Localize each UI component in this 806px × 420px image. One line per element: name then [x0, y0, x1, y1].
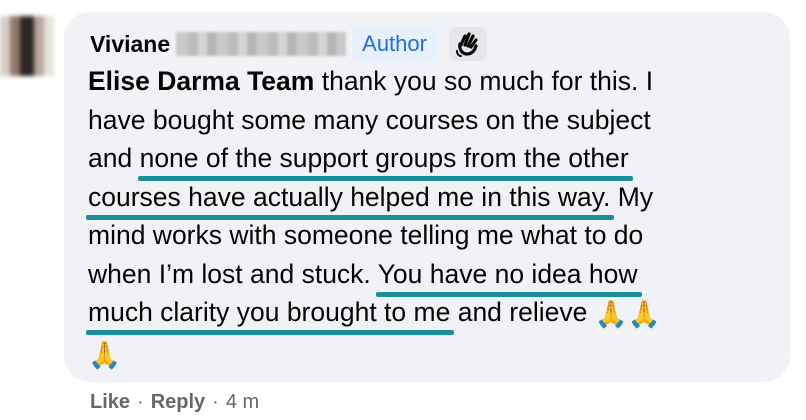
mention-link[interactable]: Elise Darma Team	[88, 66, 314, 96]
comment-text-segment: My	[610, 181, 654, 212]
comment-line: and none of the support groups from the …	[88, 139, 778, 178]
avatar[interactable]	[0, 16, 54, 76]
underlined-text: much clarity you brought to me	[88, 297, 451, 327]
comment-body: Elise Darma Team thank you so much for t…	[88, 62, 778, 374]
separator: ·	[137, 390, 144, 413]
timestamp[interactable]: 4 m	[226, 391, 259, 414]
comment-line: much clarity you brought to me and relie…	[88, 293, 778, 334]
comment-line: courses have actually helped me in this …	[88, 178, 778, 217]
comment-actions: Like · Reply · 4 m	[90, 388, 259, 416]
comment-text-segment: and	[88, 143, 140, 173]
comment-text-segment: when I’m lost and stuck.	[88, 258, 378, 289]
underlined-text: You have no idea how	[377, 258, 638, 289]
reply-button[interactable]: Reply	[151, 391, 205, 414]
author-badge: Author	[352, 27, 437, 61]
comment-header: Viviane Author	[90, 26, 487, 62]
folded-hands-emoji: 🙏	[627, 299, 661, 329]
underlined-text: courses have actually helped me in this …	[88, 181, 611, 212]
comment-text-segment: and relieve	[450, 297, 595, 327]
folded-hands-emoji: 🙏	[88, 339, 121, 370]
comment-text-segment: have bought some many courses on the sub…	[88, 104, 651, 135]
comment-line: mind works with someone telling me what …	[88, 216, 778, 255]
comment-line: when I’m lost and stuck. You have no ide…	[88, 255, 778, 294]
underlined-text: none of the support groups from the othe…	[139, 143, 629, 173]
comment-text-segment: mind works with someone telling me what …	[88, 220, 644, 250]
comment-text-segment: thank you so much for this. I	[314, 66, 654, 96]
waving-hand-icon	[448, 27, 487, 61]
author-name[interactable]: Viviane	[90, 31, 170, 58]
redacted-surname	[176, 32, 347, 56]
like-button[interactable]: Like	[90, 391, 130, 414]
separator: ·	[212, 390, 219, 413]
comment-line: have bought some many courses on the sub…	[88, 101, 778, 140]
comment-line: Elise Darma Team thank you so much for t…	[88, 62, 778, 101]
folded-hands-emoji: 🙏	[594, 299, 628, 329]
comment-line: 🙏	[88, 334, 778, 375]
